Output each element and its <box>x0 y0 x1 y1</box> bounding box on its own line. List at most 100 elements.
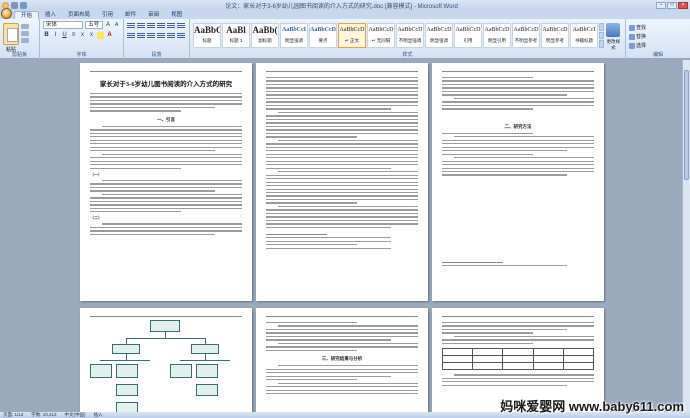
align-right-icon[interactable] <box>147 33 155 39</box>
subscript-icon[interactable]: x <box>79 32 86 39</box>
subsection-heading: （一） <box>90 171 102 177</box>
office-button[interactable] <box>1 8 12 19</box>
styles-group-label: 样式 <box>402 52 413 58</box>
undo-icon[interactable] <box>11 1 18 9</box>
style-tile[interactable]: AaBbCcD 明显强调 <box>425 23 453 48</box>
style-name: 要点 <box>318 38 328 43</box>
font-name-box[interactable]: 宋体 <box>43 21 84 29</box>
underline-button[interactable]: U <box>61 32 68 39</box>
style-name: 不明显参考 <box>514 38 538 43</box>
style-tile[interactable]: AaBbCcD 明显引用 <box>483 23 511 48</box>
numbering-icon[interactable] <box>137 23 145 29</box>
style-sample: AaBbCcD <box>426 27 452 33</box>
line-spacing-icon[interactable] <box>167 33 175 39</box>
tab-page-layout[interactable]: 页面布局 <box>62 11 96 19</box>
page-5[interactable]: 三、研究结果与分析 <box>256 308 428 412</box>
redo-icon[interactable] <box>20 1 27 9</box>
sort-icon[interactable] <box>177 23 185 29</box>
page-4[interactable] <box>80 308 252 412</box>
style-name: ↵ 正文 <box>344 38 360 43</box>
font-color-button[interactable]: A <box>106 32 113 39</box>
replace-button[interactable]: 替换 <box>629 33 687 40</box>
flowchart-node-right <box>191 344 219 354</box>
flowchart-leaf-node <box>116 364 138 378</box>
language-indicator[interactable]: 中文(中国) <box>65 412 86 418</box>
page-1[interactable]: 家长对于3-6岁幼儿图书阅读的介入方式的研究 一、引言 （一） （二） <box>80 63 252 301</box>
justify-icon[interactable] <box>157 33 165 39</box>
style-sample: AaBbCcD <box>339 27 365 33</box>
style-name: 引用 <box>463 38 473 43</box>
font-group: 宋体 五号 A A B I U ≡ x x A 字体 <box>40 19 124 59</box>
paste-button[interactable] <box>3 23 19 45</box>
strikethrough-icon[interactable]: ≡ <box>70 32 77 39</box>
style-tile[interactable]: AaBbCcD 不明显参考 <box>512 23 540 48</box>
close-button[interactable]: × <box>678 1 688 9</box>
shrink-font-icon[interactable]: A <box>113 22 120 29</box>
style-name: 书籍标题 <box>575 38 593 43</box>
style-tile[interactable]: AaBbCcD 引用 <box>454 23 482 48</box>
ribbon: 粘贴 剪贴板 宋体 五号 A A B I U ≡ x x A 字体 段落 AaB… <box>0 19 690 59</box>
highlight-color-icon[interactable] <box>97 32 104 39</box>
find-button[interactable]: 查找 <box>629 24 687 31</box>
body-text <box>266 77 418 229</box>
change-styles-icon <box>606 23 621 37</box>
minimize-button[interactable]: – <box>656 1 666 9</box>
style-tile[interactable]: AaBbCcI 书籍标题 <box>570 23 598 48</box>
decrease-indent-icon[interactable] <box>157 23 165 29</box>
increase-indent-icon[interactable] <box>167 23 175 29</box>
word-count[interactable]: 字数: 10,413 <box>31 412 56 418</box>
style-sample: AaBbCcD <box>310 27 336 33</box>
style-tile[interactable]: AaBl 标题 1 <box>222 23 250 48</box>
tab-references[interactable]: 引用 <box>96 11 119 19</box>
cut-icon[interactable] <box>21 24 29 29</box>
bold-button[interactable]: B <box>43 32 50 39</box>
align-center-icon[interactable] <box>137 33 145 39</box>
font-size-box[interactable]: 五号 <box>85 21 103 29</box>
italic-button[interactable]: I <box>52 32 59 39</box>
insert-mode[interactable]: 插入 <box>94 412 103 418</box>
tab-insert[interactable]: 插入 <box>39 11 62 19</box>
style-tile[interactable]: AaBbCcD 要点 <box>309 23 337 48</box>
select-button[interactable]: 选择 <box>629 42 687 49</box>
tab-review[interactable]: 审阅 <box>142 11 165 19</box>
scroll-thumb[interactable] <box>684 70 689 180</box>
body-text <box>90 125 242 169</box>
format-painter-icon[interactable] <box>21 38 29 43</box>
flowchart-leaf-node <box>196 364 218 378</box>
page-2[interactable] <box>256 63 428 301</box>
tab-view[interactable]: 视图 <box>165 11 188 19</box>
maximize-button[interactable]: □ <box>667 1 677 9</box>
tab-mailings[interactable]: 邮件 <box>119 11 142 19</box>
style-tile[interactable]: AaBbCcI 明显强调 <box>280 23 308 48</box>
replace-icon <box>629 33 635 40</box>
styles-scroll[interactable] <box>599 23 604 49</box>
page-3[interactable]: 二、研究方法 <box>432 63 604 301</box>
style-tile[interactable]: AaBbCcD 标题 <box>193 23 221 48</box>
style-sample: AaBbCcI <box>572 27 596 33</box>
multilevel-list-icon[interactable] <box>147 23 155 29</box>
style-name: 副标题 <box>258 38 272 43</box>
flowchart-leaf-node <box>116 402 138 412</box>
style-tile[interactable]: AaBbCcD ↵ 正文 <box>338 23 366 48</box>
page-indicator[interactable]: 页面: 1/13 <box>3 412 23 418</box>
vertical-scrollbar[interactable] <box>682 60 690 412</box>
style-tile[interactable]: AaBbCcD ↵ 无间隔 <box>367 23 395 48</box>
style-tile[interactable]: AaBb( 副标题 <box>251 23 279 48</box>
tab-home[interactable]: 开始 <box>14 11 40 19</box>
style-tile[interactable]: AaBbCcD 不明显强调 <box>396 23 424 48</box>
flowchart-leaf-node <box>196 384 218 396</box>
align-left-icon[interactable] <box>127 33 135 39</box>
superscript-icon[interactable]: x <box>88 32 95 39</box>
style-name: ↵ 无间隔 <box>371 38 391 43</box>
style-tile[interactable]: AaBbCcD 明显参考 <box>541 23 569 48</box>
copy-icon[interactable] <box>21 31 29 36</box>
style-sample: AaBb( <box>252 26 278 35</box>
grow-font-icon[interactable]: A <box>105 22 112 29</box>
document-area[interactable]: 家长对于3-6岁幼儿图书阅读的介入方式的研究 一、引言 （一） （二） 二、研究… <box>0 60 690 412</box>
bullets-icon[interactable] <box>127 23 135 29</box>
clipboard-group-label: 剪贴板 <box>11 52 27 58</box>
flowchart-leaf-node <box>90 364 112 378</box>
flowchart-leaf-node <box>170 364 192 378</box>
window-title: 论文：家长对于3-6岁幼儿园图书阅读的介入方式的研究.doc [兼容模式] - … <box>225 3 458 10</box>
shading-icon[interactable] <box>177 33 185 39</box>
